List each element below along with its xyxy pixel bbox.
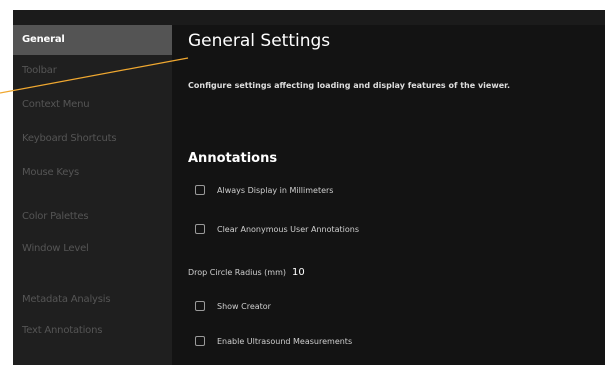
callout-line <box>0 57 189 94</box>
callout-overlay <box>0 57 189 94</box>
